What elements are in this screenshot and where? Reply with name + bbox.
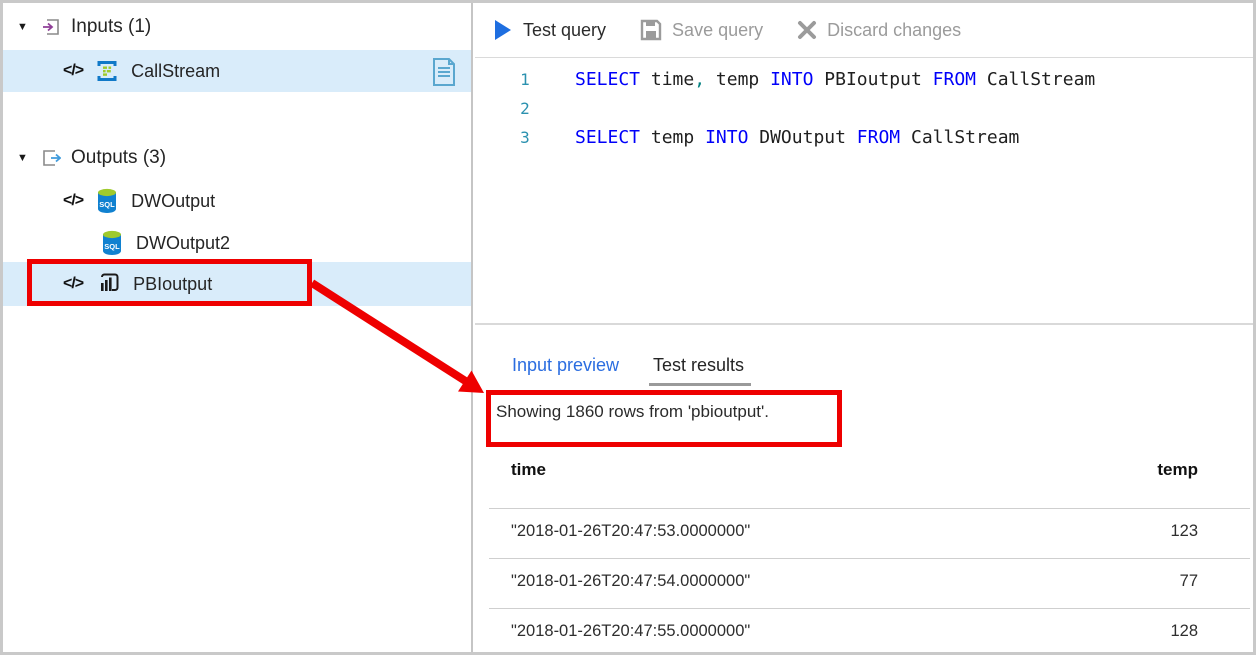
stream-analytics-query-editor: ▼ Inputs (1) </> xyxy=(0,0,1256,655)
code-token: SELECT xyxy=(575,69,640,90)
outputs-icon xyxy=(41,148,61,168)
outputs-section-label: Outputs (3) xyxy=(71,147,166,169)
sidebar-item-label: DWOutput xyxy=(131,191,215,212)
inputs-section-label: Inputs (1) xyxy=(71,16,151,38)
sql-database-icon: SQL xyxy=(100,230,124,256)
test-query-button[interactable]: Test query xyxy=(493,19,606,41)
code-token: , xyxy=(694,69,705,90)
power-bi-icon xyxy=(95,271,121,297)
sql-query-editor[interactable]: 1SELECT time, temp INTO PBIoutput FROM C… xyxy=(475,59,1253,323)
results-panel: Input preview Test results Showing 1860 … xyxy=(475,323,1253,652)
code-token: FROM xyxy=(857,127,900,148)
cell-time: "2018-01-26T20:47:54.0000000" xyxy=(511,572,750,591)
code-icon: </> xyxy=(63,62,83,80)
table-row: "2018-01-26T20:47:53.0000000" 123 xyxy=(475,508,1253,558)
caret-down-icon[interactable]: ▼ xyxy=(17,21,31,33)
test-query-label: Test query xyxy=(523,20,606,41)
discard-changes-button[interactable]: Discard changes xyxy=(797,20,961,41)
sidebar-item-label: PBIoutput xyxy=(133,274,212,295)
sidebar-item-dwoutput[interactable]: </> SQL DWOutput xyxy=(3,182,471,220)
row-count-status: Showing 1860 rows from 'pbioutput'. xyxy=(496,402,769,422)
caret-down-icon[interactable]: ▼ xyxy=(17,152,31,164)
table-row: "2018-01-26T20:47:54.0000000" 77 xyxy=(475,558,1253,608)
svg-text:SQL: SQL xyxy=(104,242,120,251)
code-token: DWOutput xyxy=(748,127,856,148)
inputs-section-header: ▼ Inputs (1) xyxy=(3,11,471,43)
column-header-time: time xyxy=(511,460,546,480)
inputs-icon xyxy=(41,17,61,37)
code-token: FROM xyxy=(933,69,976,90)
code-line: 3SELECT temp INTO DWOutput FROM CallStre… xyxy=(475,123,1253,152)
tab-input-preview[interactable]: Input preview xyxy=(512,355,619,376)
event-hub-icon xyxy=(95,59,119,83)
discard-changes-label: Discard changes xyxy=(827,20,961,41)
line-number: 1 xyxy=(475,65,575,94)
code-token: CallStream xyxy=(976,69,1095,90)
code-token: temp xyxy=(640,127,705,148)
column-header-temp: temp xyxy=(1157,460,1198,480)
save-query-label: Save query xyxy=(672,20,763,41)
sidebar-item-dwoutput2[interactable]: SQL DWOutput2 xyxy=(3,224,471,262)
code-token: temp xyxy=(705,69,770,90)
sidebar-item-pbioutput[interactable]: </> PBIoutput xyxy=(3,262,471,306)
cell-temp: 123 xyxy=(1170,522,1198,541)
cell-temp: 128 xyxy=(1170,622,1198,641)
line-number: 3 xyxy=(475,123,575,152)
code-token: time xyxy=(640,69,694,90)
cell-time: "2018-01-26T20:47:55.0000000" xyxy=(511,622,750,641)
code-icon: </> xyxy=(63,192,83,210)
sql-database-icon: SQL xyxy=(95,188,119,214)
outputs-section-header: ▼ Outputs (3) xyxy=(3,142,471,174)
close-x-icon xyxy=(797,20,817,40)
save-query-button[interactable]: Save query xyxy=(640,19,763,41)
code-token: INTO xyxy=(705,127,748,148)
save-icon xyxy=(640,19,662,41)
table-row: "2018-01-26T20:47:55.0000000" 128 xyxy=(475,608,1253,655)
sidebar-item-label: CallStream xyxy=(131,61,220,82)
tab-test-results[interactable]: Test results xyxy=(653,355,744,376)
active-tab-underline xyxy=(649,383,751,386)
code-line: 2 xyxy=(475,94,1253,123)
code-token: INTO xyxy=(770,69,813,90)
code-token: PBIoutput xyxy=(813,69,932,90)
query-pane: Test query Save query Di xyxy=(475,3,1253,652)
sample-data-document-icon[interactable] xyxy=(431,57,457,87)
svg-text:SQL: SQL xyxy=(99,200,115,209)
sidebar-item-callstream[interactable]: </> CallStream xyxy=(3,50,471,92)
sidebar-item-label: DWOutput2 xyxy=(136,233,230,254)
code-token: SELECT xyxy=(575,127,640,148)
code-line: 1SELECT time, temp INTO PBIoutput FROM C… xyxy=(475,65,1253,94)
cell-temp: 77 xyxy=(1180,572,1198,591)
cell-time: "2018-01-26T20:47:53.0000000" xyxy=(511,522,750,541)
code-token: CallStream xyxy=(900,127,1019,148)
code-icon: </> xyxy=(63,275,83,293)
play-icon xyxy=(493,19,513,41)
query-toolbar: Test query Save query Di xyxy=(475,3,1253,58)
io-sidebar: ▼ Inputs (1) </> xyxy=(3,3,473,652)
line-number: 2 xyxy=(475,94,575,123)
